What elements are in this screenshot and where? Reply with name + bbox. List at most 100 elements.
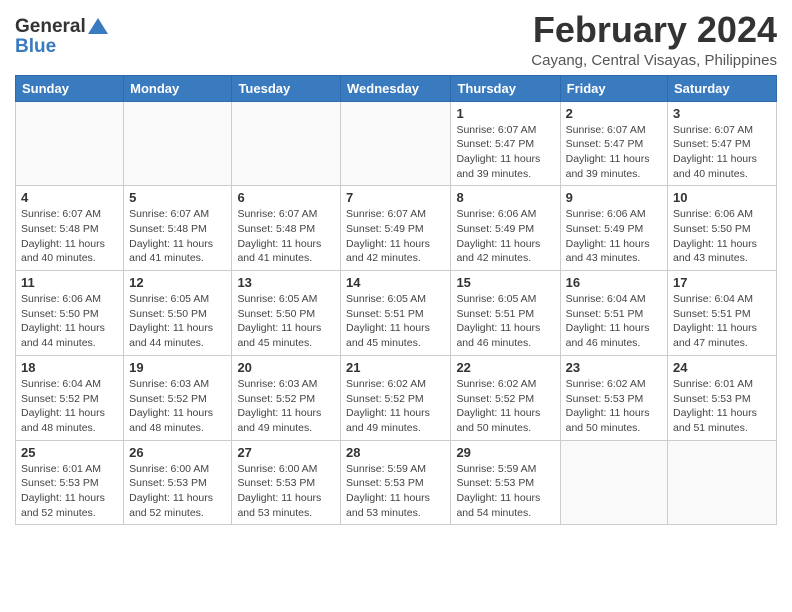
day-info: Sunrise: 6:01 AM Sunset: 5:53 PM Dayligh… [21, 462, 118, 521]
day-info: Sunrise: 6:04 AM Sunset: 5:51 PM Dayligh… [566, 292, 662, 351]
header-thursday: Thursday [451, 75, 560, 101]
day-number: 3 [673, 106, 771, 121]
calendar-cell: 9 Sunrise: 6:06 AM Sunset: 5:49 PM Daylig… [560, 186, 667, 271]
day-info: Sunrise: 6:02 AM Sunset: 5:53 PM Dayligh… [566, 377, 662, 436]
calendar-cell: 14 Sunrise: 6:05 AM Sunset: 5:51 PM Dayli… [341, 271, 451, 356]
day-info: Sunrise: 6:02 AM Sunset: 5:52 PM Dayligh… [456, 377, 554, 436]
calendar-cell: 19 Sunrise: 6:03 AM Sunset: 5:52 PM Dayli… [124, 355, 232, 440]
day-number: 17 [673, 275, 771, 290]
week-row-3: 11 Sunrise: 6:06 AM Sunset: 5:50 PM Dayli… [16, 271, 777, 356]
day-info: Sunrise: 6:00 AM Sunset: 5:53 PM Dayligh… [129, 462, 226, 521]
calendar-cell: 26 Sunrise: 6:00 AM Sunset: 5:53 PM Dayli… [124, 440, 232, 525]
week-row-2: 4 Sunrise: 6:07 AM Sunset: 5:48 PM Daylig… [16, 186, 777, 271]
calendar-cell [560, 440, 667, 525]
day-number: 16 [566, 275, 662, 290]
day-number: 8 [456, 190, 554, 205]
day-info: Sunrise: 5:59 AM Sunset: 5:53 PM Dayligh… [346, 462, 445, 521]
month-title: February 2024 [531, 10, 777, 50]
day-info: Sunrise: 6:07 AM Sunset: 5:48 PM Dayligh… [129, 207, 226, 266]
day-number: 1 [456, 106, 554, 121]
calendar-cell: 4 Sunrise: 6:07 AM Sunset: 5:48 PM Daylig… [16, 186, 124, 271]
calendar-cell: 2 Sunrise: 6:07 AM Sunset: 5:47 PM Daylig… [560, 101, 667, 186]
day-number: 27 [237, 445, 335, 460]
calendar-cell: 10Sunrise: 6:06 AM Sunset: 5:50 PM Dayli… [668, 186, 777, 271]
calendar-cell: 27 Sunrise: 6:00 AM Sunset: 5:53 PM Dayli… [232, 440, 341, 525]
day-number: 6 [237, 190, 335, 205]
day-number: 26 [129, 445, 226, 460]
day-number: 13 [237, 275, 335, 290]
header-wednesday: Wednesday [341, 75, 451, 101]
calendar-cell: 5 Sunrise: 6:07 AM Sunset: 5:48 PM Daylig… [124, 186, 232, 271]
day-info: Sunrise: 6:05 AM Sunset: 5:50 PM Dayligh… [129, 292, 226, 351]
calendar-cell: 12 Sunrise: 6:05 AM Sunset: 5:50 PM Dayli… [124, 271, 232, 356]
location-title: Cayang, Central Visayas, Philippines [531, 52, 777, 69]
day-info: Sunrise: 6:02 AM Sunset: 5:52 PM Dayligh… [346, 377, 445, 436]
day-number: 2 [566, 106, 662, 121]
day-number: 22 [456, 360, 554, 375]
day-info: Sunrise: 6:07 AM Sunset: 5:47 PM Dayligh… [456, 123, 554, 182]
day-info: Sunrise: 6:00 AM Sunset: 5:53 PM Dayligh… [237, 462, 335, 521]
calendar-cell: 21 Sunrise: 6:02 AM Sunset: 5:52 PM Dayli… [341, 355, 451, 440]
calendar-cell [124, 101, 232, 186]
day-number: 11 [21, 275, 118, 290]
day-info: Sunrise: 6:05 AM Sunset: 5:51 PM Dayligh… [346, 292, 445, 351]
header-friday: Friday [560, 75, 667, 101]
header-monday: Monday [124, 75, 232, 101]
header: General Blue February 2024 Cayang, Centr… [15, 10, 777, 69]
day-info: Sunrise: 6:03 AM Sunset: 5:52 PM Dayligh… [237, 377, 335, 436]
calendar-cell [16, 101, 124, 186]
day-info: Sunrise: 6:04 AM Sunset: 5:51 PM Dayligh… [673, 292, 771, 351]
day-number: 5 [129, 190, 226, 205]
calendar-cell: 1 Sunrise: 6:07 AM Sunset: 5:47 PM Daylig… [451, 101, 560, 186]
day-info: Sunrise: 6:03 AM Sunset: 5:52 PM Dayligh… [129, 377, 226, 436]
calendar-header-row: SundayMondayTuesdayWednesdayThursdayFrid… [16, 75, 777, 101]
calendar-cell: 28 Sunrise: 5:59 AM Sunset: 5:53 PM Dayli… [341, 440, 451, 525]
day-info: Sunrise: 6:06 AM Sunset: 5:49 PM Dayligh… [566, 207, 662, 266]
calendar-cell [341, 101, 451, 186]
day-info: Sunrise: 6:05 AM Sunset: 5:50 PM Dayligh… [237, 292, 335, 351]
day-number: 19 [129, 360, 226, 375]
day-number: 23 [566, 360, 662, 375]
calendar-cell: 17 Sunrise: 6:04 AM Sunset: 5:51 PM Dayli… [668, 271, 777, 356]
calendar-cell [232, 101, 341, 186]
title-area: February 2024 Cayang, Central Visayas, P… [531, 10, 777, 69]
calendar-cell: 25 Sunrise: 6:01 AM Sunset: 5:53 PM Dayli… [16, 440, 124, 525]
day-number: 18 [21, 360, 118, 375]
logo-general: General [15, 16, 86, 38]
week-row-1: 1 Sunrise: 6:07 AM Sunset: 5:47 PM Daylig… [16, 101, 777, 186]
day-info: Sunrise: 6:06 AM Sunset: 5:50 PM Dayligh… [673, 207, 771, 266]
week-row-4: 18Sunrise: 6:04 AM Sunset: 5:52 PM Dayli… [16, 355, 777, 440]
calendar-cell: 15Sunrise: 6:05 AM Sunset: 5:51 PM Dayli… [451, 271, 560, 356]
day-number: 25 [21, 445, 118, 460]
day-number: 24 [673, 360, 771, 375]
calendar-cell: 7Sunrise: 6:07 AM Sunset: 5:49 PM Daylig… [341, 186, 451, 271]
calendar-cell: 3 Sunrise: 6:07 AM Sunset: 5:47 PM Daylig… [668, 101, 777, 186]
day-number: 4 [21, 190, 118, 205]
day-info: Sunrise: 6:06 AM Sunset: 5:50 PM Dayligh… [21, 292, 118, 351]
header-saturday: Saturday [668, 75, 777, 101]
calendar-cell: 6 Sunrise: 6:07 AM Sunset: 5:48 PM Daylig… [232, 186, 341, 271]
day-number: 7 [346, 190, 445, 205]
header-sunday: Sunday [16, 75, 124, 101]
week-row-5: 25 Sunrise: 6:01 AM Sunset: 5:53 PM Dayli… [16, 440, 777, 525]
calendar-cell: 24Sunrise: 6:01 AM Sunset: 5:53 PM Dayli… [668, 355, 777, 440]
day-info: Sunrise: 6:07 AM Sunset: 5:47 PM Dayligh… [673, 123, 771, 182]
day-number: 15 [456, 275, 554, 290]
day-number: 20 [237, 360, 335, 375]
day-number: 28 [346, 445, 445, 460]
day-info: Sunrise: 6:07 AM Sunset: 5:47 PM Dayligh… [566, 123, 662, 182]
day-number: 9 [566, 190, 662, 205]
logo: General Blue [15, 16, 108, 58]
calendar-cell [668, 440, 777, 525]
day-number: 21 [346, 360, 445, 375]
day-info: Sunrise: 6:06 AM Sunset: 5:49 PM Dayligh… [456, 207, 554, 266]
day-number: 12 [129, 275, 226, 290]
day-number: 14 [346, 275, 445, 290]
calendar-cell: 23 Sunrise: 6:02 AM Sunset: 5:53 PM Dayli… [560, 355, 667, 440]
day-info: Sunrise: 6:07 AM Sunset: 5:48 PM Dayligh… [21, 207, 118, 266]
day-number: 29 [456, 445, 554, 460]
day-info: Sunrise: 6:07 AM Sunset: 5:48 PM Dayligh… [237, 207, 335, 266]
calendar-table: SundayMondayTuesdayWednesdayThursdayFrid… [15, 75, 777, 526]
logo-icon [88, 18, 108, 34]
calendar-cell: 29Sunrise: 5:59 AM Sunset: 5:53 PM Dayli… [451, 440, 560, 525]
